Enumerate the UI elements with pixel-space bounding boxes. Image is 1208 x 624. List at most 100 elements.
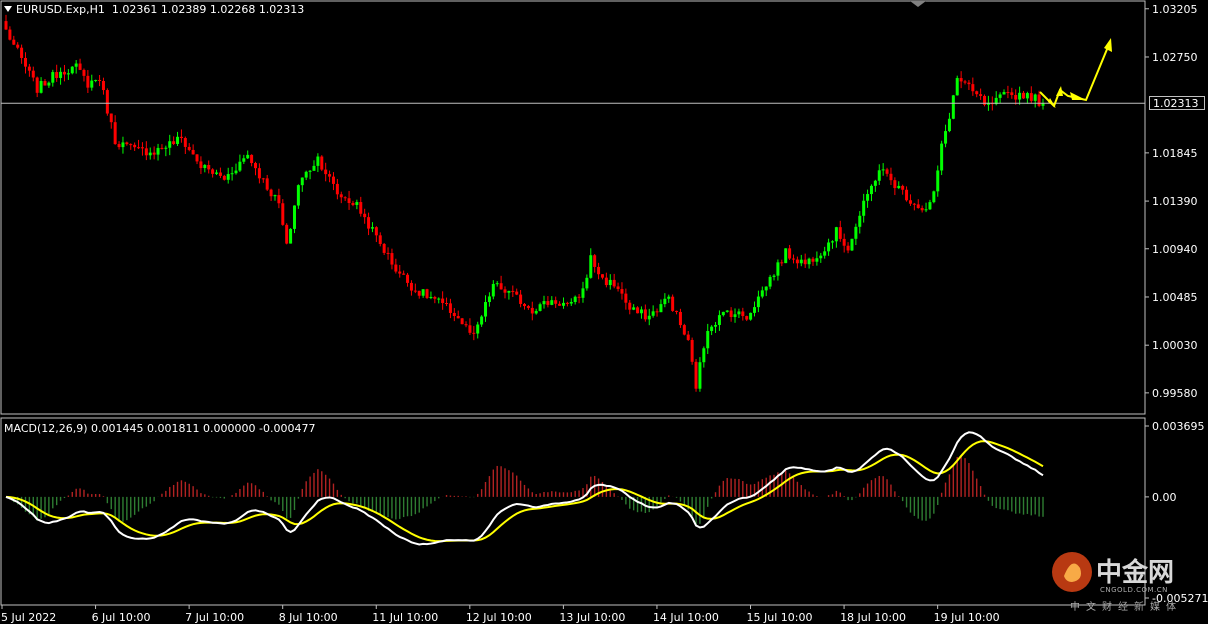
candle-body [246, 154, 250, 159]
candle-body [304, 171, 308, 178]
candle-body [47, 82, 51, 86]
candle [296, 184, 300, 209]
time-tick-label: 18 Jul 10:00 [840, 611, 906, 624]
candle-body [1029, 93, 1033, 101]
candle-body [597, 266, 601, 275]
candle-body [487, 296, 491, 303]
candle-body [390, 253, 394, 265]
candle-body [386, 252, 390, 254]
candle-body [105, 90, 109, 114]
candle-body [823, 251, 827, 256]
candle-body [137, 147, 141, 149]
candle-body [686, 334, 690, 340]
candle-body [324, 169, 328, 175]
candle-body [312, 165, 316, 171]
price-tick-label: 1.00940 [1152, 243, 1198, 256]
candle-body [733, 314, 737, 317]
candle-body [437, 298, 441, 300]
candle-body [729, 310, 733, 317]
candle-body [4, 21, 8, 30]
candle-body [873, 180, 877, 186]
candle-body [830, 241, 834, 243]
candle-body [215, 172, 219, 174]
candle-body [484, 302, 488, 317]
candle-body [546, 301, 550, 305]
candle-body [850, 238, 854, 251]
candle-body [690, 339, 694, 362]
candle-body [753, 307, 757, 313]
candle-body [1018, 92, 1022, 100]
time-tick-label: 14 Jul 10:00 [653, 611, 719, 624]
candle [932, 190, 936, 204]
candle [682, 323, 686, 336]
candle-body [604, 277, 608, 286]
candle-body [534, 310, 538, 314]
candle-body [452, 312, 456, 317]
candle-body [854, 226, 858, 239]
candle [70, 66, 74, 75]
candle-body [1033, 94, 1037, 101]
candle-body [27, 66, 31, 71]
candle-body [59, 71, 63, 78]
candle-body [417, 290, 421, 296]
candle-body [257, 168, 261, 179]
candle-body [460, 318, 464, 325]
candle-body [682, 325, 686, 335]
candle-body [176, 136, 180, 144]
candle-body [172, 141, 176, 144]
candle-body [101, 80, 105, 91]
time-tick-label: 13 Jul 10:00 [559, 611, 625, 624]
candle-body [702, 348, 706, 363]
candle-body [1014, 95, 1018, 100]
macd-tick-label: 0.00 [1152, 491, 1177, 504]
candle-body [620, 289, 624, 294]
candle-body [869, 185, 873, 195]
candle-body [967, 82, 971, 85]
candle-body [877, 170, 881, 181]
time-tick-label: 12 Jul 10:00 [466, 611, 532, 624]
candle-body [1037, 94, 1041, 106]
trading-chart[interactable]: 1.03205 1.02750 1.01845 1.01390 1.00940 1.004… [0, 0, 1208, 624]
candle-body [261, 178, 265, 180]
candle-body [62, 71, 66, 75]
candle-body [328, 174, 332, 177]
candle-body [43, 81, 47, 86]
candle [850, 238, 854, 252]
dropdown-triangle-icon[interactable] [4, 6, 12, 12]
candle-body [799, 259, 803, 264]
current-price-tag: 1.02313 [1149, 96, 1205, 111]
candle-body [714, 324, 718, 327]
candle-body [363, 213, 367, 218]
candle-body [616, 286, 620, 290]
candle-body [351, 203, 355, 205]
candle-body [589, 255, 593, 278]
candle-body [959, 78, 963, 82]
candle-body [667, 296, 671, 299]
candle-body [791, 258, 795, 260]
candle-body [109, 113, 113, 123]
watermark-tagline: 中文财经新媒体 [1070, 602, 1182, 613]
candle-body [148, 152, 152, 156]
candle-body [183, 138, 187, 147]
candle [940, 140, 944, 176]
candle-body [745, 316, 749, 320]
candle-body [218, 172, 222, 176]
candle-body [254, 163, 258, 169]
candle-body [468, 325, 472, 333]
candle-body [908, 200, 912, 204]
candle-body [901, 185, 905, 190]
chart-title: EURUSD.Exp,H1 1.02361 1.02389 1.02268 1.… [4, 3, 304, 16]
candle-body [819, 255, 823, 259]
candle-body [164, 147, 168, 149]
candle-body [168, 141, 172, 148]
candle-body [569, 302, 573, 304]
candle-body [113, 122, 117, 145]
candle-body [429, 296, 433, 298]
candle-body [456, 316, 460, 319]
candle-body [507, 290, 511, 293]
candle-body [12, 39, 16, 45]
candle-body [16, 44, 20, 48]
candle-body [129, 144, 133, 146]
candle-body [749, 312, 753, 320]
candle-body [382, 243, 386, 253]
